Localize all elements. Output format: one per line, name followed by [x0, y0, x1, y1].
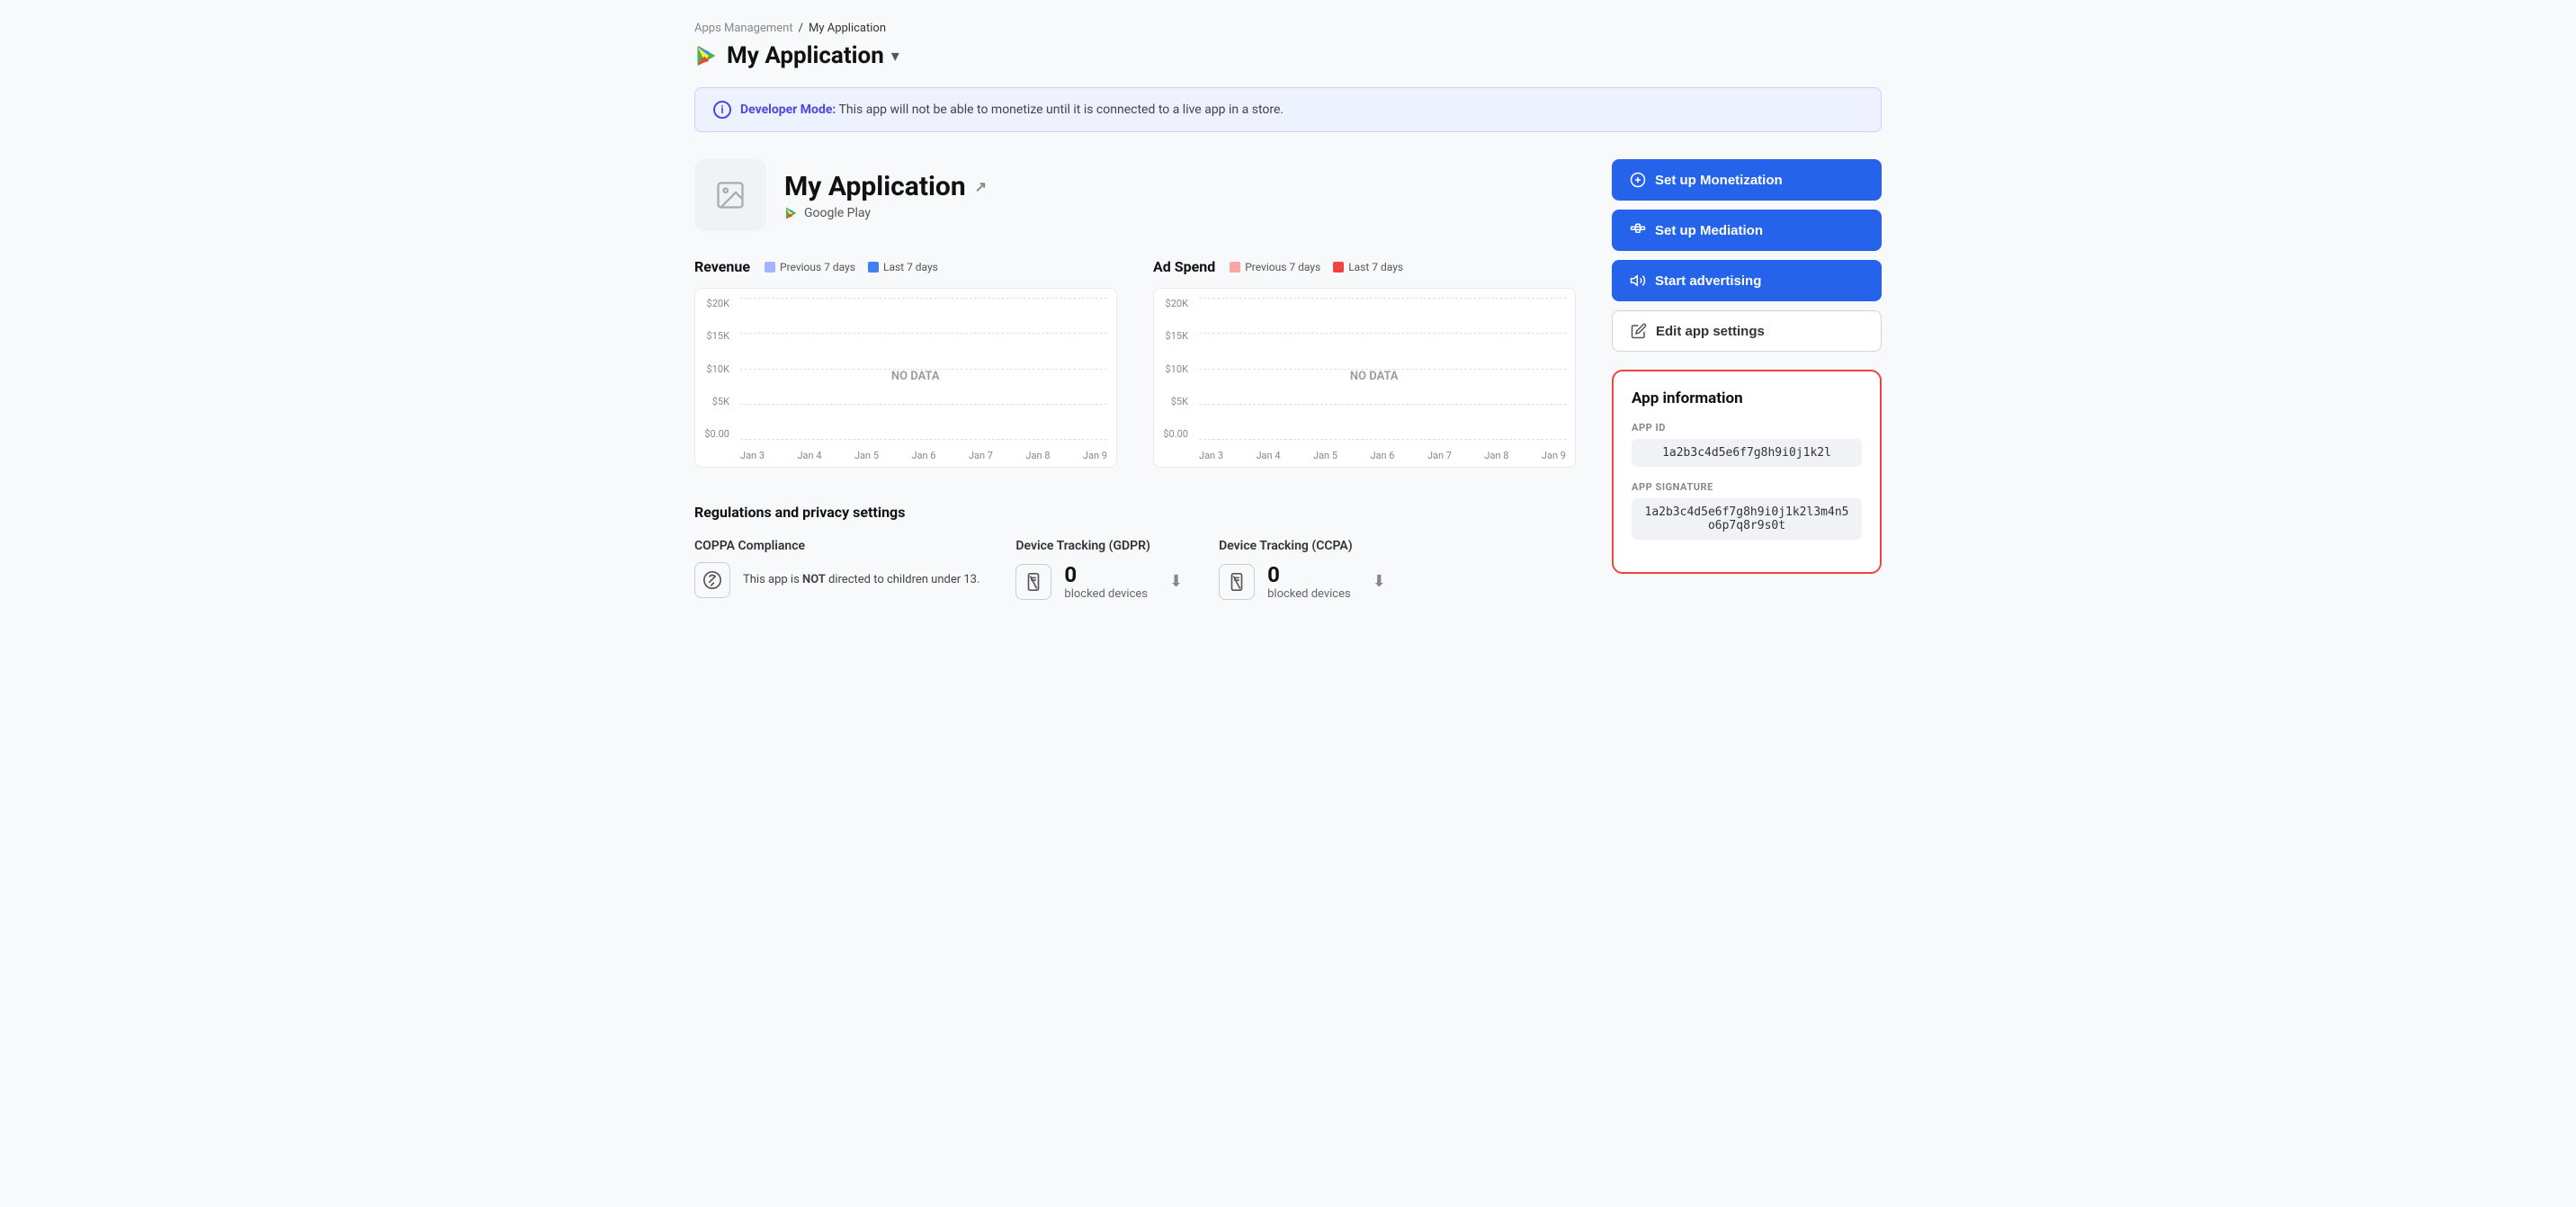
coppa-description: This app is NOT directed to children und…: [743, 572, 979, 588]
app-information-card: App information APP ID 1a2b3c4d5e6f7g8h9…: [1612, 370, 1882, 574]
app-title: My Application: [727, 42, 884, 69]
ad-spend-chart-area: $20K $15K $10K $5K $0.00: [1153, 288, 1576, 468]
setup-monetization-button[interactable]: Set up Monetization: [1612, 159, 1882, 201]
breadcrumb-separator: /: [799, 22, 803, 35]
coppa-cross-icon: [702, 570, 722, 590]
ad-spend-y-labels: $20K $15K $10K $5K $0.00: [1154, 298, 1194, 440]
app-header: My Application ▾: [694, 42, 1882, 69]
ad-spend-chart-header: Ad Spend Previous 7 days Last 7 days: [1153, 258, 1576, 275]
gdpr-download-icon[interactable]: ⬇: [1169, 572, 1183, 591]
action-buttons: Set up Monetization Set up Mediation: [1612, 159, 1882, 352]
app-id-label: APP ID: [1632, 422, 1862, 434]
revenue-prev-label: Previous 7 days: [780, 261, 855, 273]
revenue-chart-header: Revenue Previous 7 days Last 7 days: [694, 258, 1117, 275]
banner-label: Developer Mode:: [740, 103, 836, 117]
main-content: My Application ↗ Google Play: [694, 159, 1882, 601]
revenue-last-dot: [868, 262, 879, 273]
revenue-y-labels: $20K $15K $10K $5K $0.00: [695, 298, 735, 440]
ad-spend-chart-title: Ad Spend: [1153, 258, 1215, 275]
start-advertising-button[interactable]: Start advertising: [1612, 260, 1882, 301]
ccpa-phone-icon: [1219, 564, 1255, 600]
revenue-legend-last: Last 7 days: [868, 261, 938, 273]
revenue-last-label: Last 7 days: [883, 261, 938, 273]
gdpr-item: Device Tracking (GDPR): [1015, 539, 1183, 601]
app-id-value: 1a2b3c4d5e6f7g8h9i0j1k2l: [1632, 439, 1862, 467]
ad-spend-last-dot: [1333, 262, 1344, 273]
ad-spend-prev-dot: [1230, 262, 1240, 273]
coppa-icon: [694, 562, 730, 598]
ccpa-label: blocked devices: [1267, 587, 1351, 601]
coppa-title: COPPA Compliance: [694, 539, 979, 553]
app-signature-value: 1a2b3c4d5e6f7g8h9i0j1k2l3m4n5o6p7q8r9s0t: [1632, 498, 1862, 540]
breadcrumb-current: My Application: [809, 22, 886, 35]
ccpa-device-icon: [1227, 572, 1247, 592]
charts-row: Revenue Previous 7 days Last 7 days: [694, 258, 1576, 468]
edit-app-settings-button[interactable]: Edit app settings: [1612, 310, 1882, 352]
ad-spend-last-label: Last 7 days: [1348, 261, 1403, 273]
revenue-gridlines: [740, 298, 1107, 440]
regulations-grid: COPPA Compliance: [694, 539, 1576, 601]
revenue-chart-area: $20K $15K $10K $5K $0.00: [694, 288, 1117, 468]
gdpr-count-block: 0 blocked devices: [1064, 562, 1148, 601]
revenue-no-data: NO DATA: [891, 370, 940, 383]
app-info-card-title: App information: [1632, 389, 1862, 407]
ad-spend-legend-prev: Previous 7 days: [1230, 261, 1320, 273]
advertising-icon: [1630, 273, 1646, 289]
ad-spend-legend-last: Last 7 days: [1333, 261, 1403, 273]
revenue-chart: Revenue Previous 7 days Last 7 days: [694, 258, 1117, 468]
ccpa-count: 0: [1267, 562, 1280, 587]
developer-mode-banner: i Developer Mode: This app will not be a…: [694, 87, 1882, 132]
app-info-header: My Application ↗ Google Play: [694, 159, 1576, 231]
gdpr-count: 0: [1064, 562, 1077, 587]
gdpr-phone-icon: [1015, 564, 1051, 600]
revenue-chart-legend: Previous 7 days Last 7 days: [765, 261, 938, 273]
monetization-icon: [1630, 172, 1646, 188]
app-name-large: My Application ↗: [784, 171, 987, 202]
regulations-section: Regulations and privacy settings COPPA C…: [694, 504, 1576, 601]
gdpr-title: Device Tracking (GDPR): [1015, 539, 1183, 553]
revenue-legend-prev: Previous 7 days: [765, 261, 855, 273]
gdpr-content: 0 blocked devices ⬇: [1015, 562, 1183, 601]
coppa-content: This app is NOT directed to children und…: [694, 562, 979, 598]
banner-message: This app will not be able to monetize un…: [839, 103, 1284, 117]
mediation-icon: [1630, 222, 1646, 238]
ccpa-count-block: 0 blocked devices: [1267, 562, 1351, 601]
setup-mediation-button[interactable]: Set up Mediation: [1612, 210, 1882, 251]
app-signature-label: APP SIGNATURE: [1632, 481, 1862, 493]
ccpa-download-icon[interactable]: ⬇: [1373, 572, 1386, 591]
image-placeholder-icon: [714, 179, 747, 211]
ccpa-item: Device Tracking (CCPA): [1219, 539, 1386, 601]
gdpr-label: blocked devices: [1064, 587, 1148, 601]
ccpa-content: 0 blocked devices ⬇: [1219, 562, 1386, 601]
chevron-down-icon[interactable]: ▾: [891, 47, 899, 66]
app-icon: [694, 159, 766, 231]
ad-spend-no-data: NO DATA: [1350, 370, 1399, 383]
google-play-icon: [694, 43, 720, 68]
left-section: My Application ↗ Google Play: [694, 159, 1576, 601]
platform-name: Google Play: [804, 206, 871, 220]
right-section: Set up Monetization Set up Mediation: [1612, 159, 1882, 601]
google-play-small-icon: [784, 206, 799, 220]
ad-spend-x-labels: Jan 3 Jan 4 Jan 5 Jan 6 Jan 7 Jan 8 Jan …: [1199, 450, 1566, 461]
external-link-icon[interactable]: ↗: [975, 178, 987, 195]
edit-settings-icon: [1631, 323, 1647, 339]
regulations-title: Regulations and privacy settings: [694, 504, 1576, 521]
ccpa-title: Device Tracking (CCPA): [1219, 539, 1386, 553]
breadcrumb-parent[interactable]: Apps Management: [694, 22, 793, 35]
banner-text: Developer Mode: This app will not be abl…: [740, 103, 1284, 117]
app-platform: Google Play: [784, 206, 987, 220]
ad-spend-prev-label: Previous 7 days: [1245, 261, 1320, 273]
ad-spend-chart-legend: Previous 7 days Last 7 days: [1230, 261, 1403, 273]
revenue-x-labels: Jan 3 Jan 4 Jan 5 Jan 6 Jan 7 Jan 8 Jan …: [740, 450, 1107, 461]
app-title-block: My Application ↗ Google Play: [784, 171, 987, 220]
gdpr-device-icon: [1024, 572, 1043, 592]
ad-spend-gridlines: [1199, 298, 1566, 440]
revenue-chart-title: Revenue: [694, 258, 750, 275]
info-icon: i: [713, 101, 731, 119]
breadcrumb: Apps Management / My Application: [694, 22, 1882, 35]
revenue-prev-dot: [765, 262, 775, 273]
coppa-item: COPPA Compliance: [694, 539, 979, 601]
ad-spend-chart: Ad Spend Previous 7 days Last 7 days: [1153, 258, 1576, 468]
